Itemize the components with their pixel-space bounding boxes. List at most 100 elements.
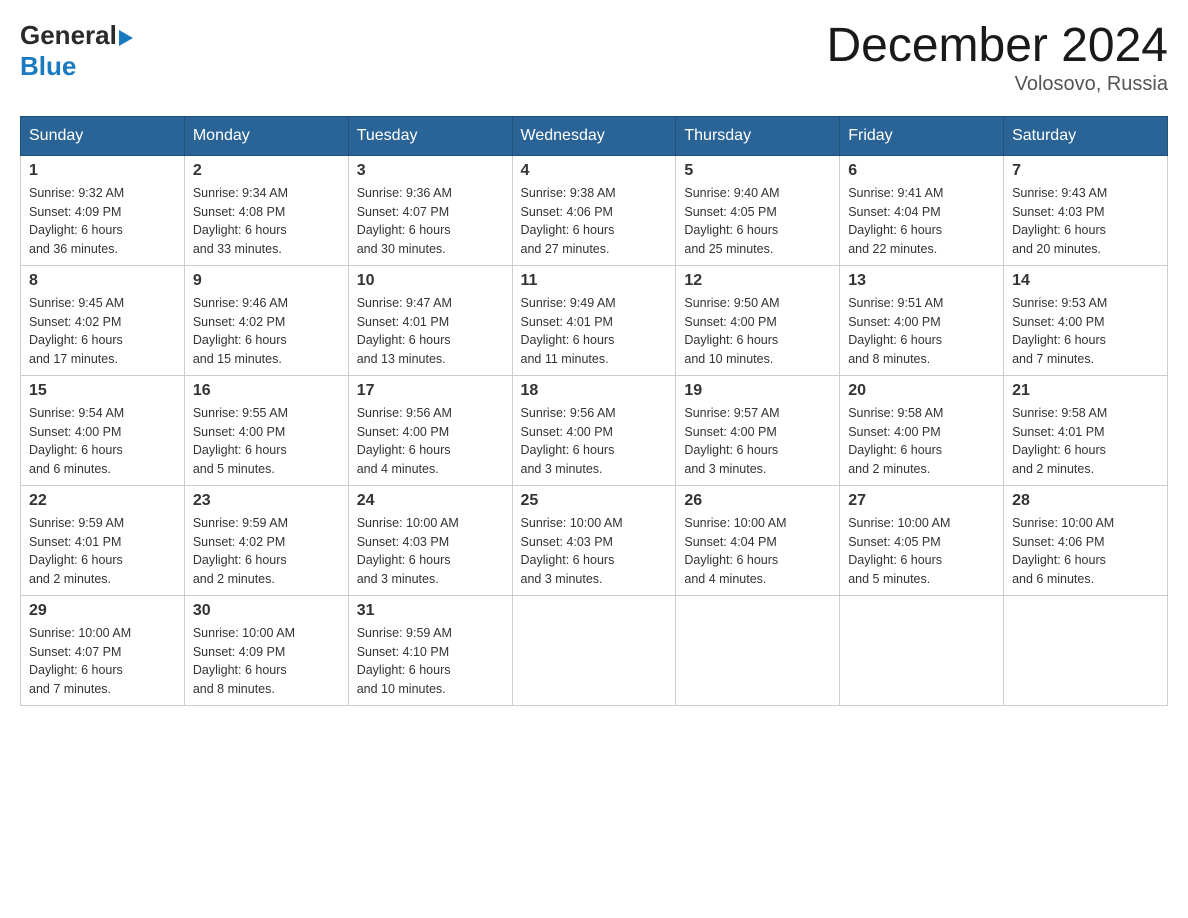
day-info: Sunrise: 9:47 AMSunset: 4:01 PMDaylight:… bbox=[357, 294, 504, 369]
table-row: 19 Sunrise: 9:57 AMSunset: 4:00 PMDaylig… bbox=[676, 375, 840, 485]
table-row: 23 Sunrise: 9:59 AMSunset: 4:02 PMDaylig… bbox=[184, 485, 348, 595]
day-number: 1 bbox=[29, 162, 176, 180]
table-row: 28 Sunrise: 10:00 AMSunset: 4:06 PMDayli… bbox=[1004, 485, 1168, 595]
table-row: 7 Sunrise: 9:43 AMSunset: 4:03 PMDayligh… bbox=[1004, 155, 1168, 265]
day-number: 10 bbox=[357, 272, 504, 290]
day-info: Sunrise: 10:00 AMSunset: 4:07 PMDaylight… bbox=[29, 624, 176, 699]
day-info: Sunrise: 9:38 AMSunset: 4:06 PMDaylight:… bbox=[521, 184, 668, 259]
week-row: 8 Sunrise: 9:45 AMSunset: 4:02 PMDayligh… bbox=[21, 265, 1168, 375]
week-row: 22 Sunrise: 9:59 AMSunset: 4:01 PMDaylig… bbox=[21, 485, 1168, 595]
day-info: Sunrise: 10:00 AMSunset: 4:05 PMDaylight… bbox=[848, 514, 995, 589]
month-title: December 2024 bbox=[826, 20, 1168, 73]
day-info: Sunrise: 9:41 AMSunset: 4:04 PMDaylight:… bbox=[848, 184, 995, 259]
day-info: Sunrise: 9:34 AMSunset: 4:08 PMDaylight:… bbox=[193, 184, 340, 259]
day-number: 16 bbox=[193, 382, 340, 400]
col-thursday: Thursday bbox=[676, 116, 840, 155]
day-number: 14 bbox=[1012, 272, 1159, 290]
table-row: 1 Sunrise: 9:32 AMSunset: 4:09 PMDayligh… bbox=[21, 155, 185, 265]
table-row: 3 Sunrise: 9:36 AMSunset: 4:07 PMDayligh… bbox=[348, 155, 512, 265]
day-number: 19 bbox=[684, 382, 831, 400]
day-number: 11 bbox=[521, 272, 668, 290]
table-row: 17 Sunrise: 9:56 AMSunset: 4:00 PMDaylig… bbox=[348, 375, 512, 485]
col-tuesday: Tuesday bbox=[348, 116, 512, 155]
day-number: 29 bbox=[29, 602, 176, 620]
day-info: Sunrise: 9:40 AMSunset: 4:05 PMDaylight:… bbox=[684, 184, 831, 259]
table-row: 20 Sunrise: 9:58 AMSunset: 4:00 PMDaylig… bbox=[840, 375, 1004, 485]
day-number: 22 bbox=[29, 492, 176, 510]
day-number: 28 bbox=[1012, 492, 1159, 510]
day-number: 30 bbox=[193, 602, 340, 620]
table-row: 21 Sunrise: 9:58 AMSunset: 4:01 PMDaylig… bbox=[1004, 375, 1168, 485]
table-row: 6 Sunrise: 9:41 AMSunset: 4:04 PMDayligh… bbox=[840, 155, 1004, 265]
day-info: Sunrise: 10:00 AMSunset: 4:06 PMDaylight… bbox=[1012, 514, 1159, 589]
day-number: 13 bbox=[848, 272, 995, 290]
day-number: 7 bbox=[1012, 162, 1159, 180]
col-wednesday: Wednesday bbox=[512, 116, 676, 155]
day-info: Sunrise: 10:00 AMSunset: 4:03 PMDaylight… bbox=[357, 514, 504, 589]
table-row: 5 Sunrise: 9:40 AMSunset: 4:05 PMDayligh… bbox=[676, 155, 840, 265]
table-row: 14 Sunrise: 9:53 AMSunset: 4:00 PMDaylig… bbox=[1004, 265, 1168, 375]
table-row bbox=[676, 595, 840, 705]
day-number: 24 bbox=[357, 492, 504, 510]
table-row: 27 Sunrise: 10:00 AMSunset: 4:05 PMDayli… bbox=[840, 485, 1004, 595]
table-row bbox=[1004, 595, 1168, 705]
table-row: 26 Sunrise: 10:00 AMSunset: 4:04 PMDayli… bbox=[676, 485, 840, 595]
day-info: Sunrise: 9:56 AMSunset: 4:00 PMDaylight:… bbox=[357, 404, 504, 479]
day-info: Sunrise: 10:00 AMSunset: 4:03 PMDaylight… bbox=[521, 514, 668, 589]
location-subtitle: Volosovo, Russia bbox=[826, 73, 1168, 96]
day-info: Sunrise: 9:54 AMSunset: 4:00 PMDaylight:… bbox=[29, 404, 176, 479]
day-info: Sunrise: 9:43 AMSunset: 4:03 PMDaylight:… bbox=[1012, 184, 1159, 259]
table-row: 15 Sunrise: 9:54 AMSunset: 4:00 PMDaylig… bbox=[21, 375, 185, 485]
day-info: Sunrise: 9:53 AMSunset: 4:00 PMDaylight:… bbox=[1012, 294, 1159, 369]
table-row: 4 Sunrise: 9:38 AMSunset: 4:06 PMDayligh… bbox=[512, 155, 676, 265]
col-friday: Friday bbox=[840, 116, 1004, 155]
table-row bbox=[512, 595, 676, 705]
day-info: Sunrise: 9:32 AMSunset: 4:09 PMDaylight:… bbox=[29, 184, 176, 259]
day-number: 23 bbox=[193, 492, 340, 510]
logo-arrow-icon bbox=[119, 30, 133, 46]
day-number: 8 bbox=[29, 272, 176, 290]
day-info: Sunrise: 9:57 AMSunset: 4:00 PMDaylight:… bbox=[684, 404, 831, 479]
page-header: General Blue December 2024 Volosovo, Rus… bbox=[20, 20, 1168, 96]
calendar-table: Sunday Monday Tuesday Wednesday Thursday… bbox=[20, 116, 1168, 706]
table-row: 22 Sunrise: 9:59 AMSunset: 4:01 PMDaylig… bbox=[21, 485, 185, 595]
table-row: 31 Sunrise: 9:59 AMSunset: 4:10 PMDaylig… bbox=[348, 595, 512, 705]
week-row: 1 Sunrise: 9:32 AMSunset: 4:09 PMDayligh… bbox=[21, 155, 1168, 265]
day-number: 6 bbox=[848, 162, 995, 180]
day-number: 18 bbox=[521, 382, 668, 400]
day-info: Sunrise: 9:50 AMSunset: 4:00 PMDaylight:… bbox=[684, 294, 831, 369]
day-number: 12 bbox=[684, 272, 831, 290]
day-info: Sunrise: 9:55 AMSunset: 4:00 PMDaylight:… bbox=[193, 404, 340, 479]
day-info: Sunrise: 9:49 AMSunset: 4:01 PMDaylight:… bbox=[521, 294, 668, 369]
table-row: 12 Sunrise: 9:50 AMSunset: 4:00 PMDaylig… bbox=[676, 265, 840, 375]
day-info: Sunrise: 9:58 AMSunset: 4:01 PMDaylight:… bbox=[1012, 404, 1159, 479]
header-row: Sunday Monday Tuesday Wednesday Thursday… bbox=[21, 116, 1168, 155]
table-row: 29 Sunrise: 10:00 AMSunset: 4:07 PMDayli… bbox=[21, 595, 185, 705]
day-info: Sunrise: 9:59 AMSunset: 4:01 PMDaylight:… bbox=[29, 514, 176, 589]
day-number: 4 bbox=[521, 162, 668, 180]
day-number: 3 bbox=[357, 162, 504, 180]
table-row: 2 Sunrise: 9:34 AMSunset: 4:08 PMDayligh… bbox=[184, 155, 348, 265]
table-row: 13 Sunrise: 9:51 AMSunset: 4:00 PMDaylig… bbox=[840, 265, 1004, 375]
day-info: Sunrise: 9:45 AMSunset: 4:02 PMDaylight:… bbox=[29, 294, 176, 369]
day-number: 15 bbox=[29, 382, 176, 400]
table-row: 16 Sunrise: 9:55 AMSunset: 4:00 PMDaylig… bbox=[184, 375, 348, 485]
table-row: 10 Sunrise: 9:47 AMSunset: 4:01 PMDaylig… bbox=[348, 265, 512, 375]
table-row: 18 Sunrise: 9:56 AMSunset: 4:00 PMDaylig… bbox=[512, 375, 676, 485]
day-number: 2 bbox=[193, 162, 340, 180]
day-info: Sunrise: 9:58 AMSunset: 4:00 PMDaylight:… bbox=[848, 404, 995, 479]
day-info: Sunrise: 9:46 AMSunset: 4:02 PMDaylight:… bbox=[193, 294, 340, 369]
day-info: Sunrise: 9:51 AMSunset: 4:00 PMDaylight:… bbox=[848, 294, 995, 369]
day-info: Sunrise: 9:59 AMSunset: 4:10 PMDaylight:… bbox=[357, 624, 504, 699]
day-number: 26 bbox=[684, 492, 831, 510]
day-number: 5 bbox=[684, 162, 831, 180]
day-info: Sunrise: 9:56 AMSunset: 4:00 PMDaylight:… bbox=[521, 404, 668, 479]
title-block: December 2024 Volosovo, Russia bbox=[826, 20, 1168, 96]
day-number: 25 bbox=[521, 492, 668, 510]
week-row: 15 Sunrise: 9:54 AMSunset: 4:00 PMDaylig… bbox=[21, 375, 1168, 485]
day-number: 20 bbox=[848, 382, 995, 400]
table-row: 30 Sunrise: 10:00 AMSunset: 4:09 PMDayli… bbox=[184, 595, 348, 705]
col-saturday: Saturday bbox=[1004, 116, 1168, 155]
day-number: 17 bbox=[357, 382, 504, 400]
day-info: Sunrise: 9:36 AMSunset: 4:07 PMDaylight:… bbox=[357, 184, 504, 259]
